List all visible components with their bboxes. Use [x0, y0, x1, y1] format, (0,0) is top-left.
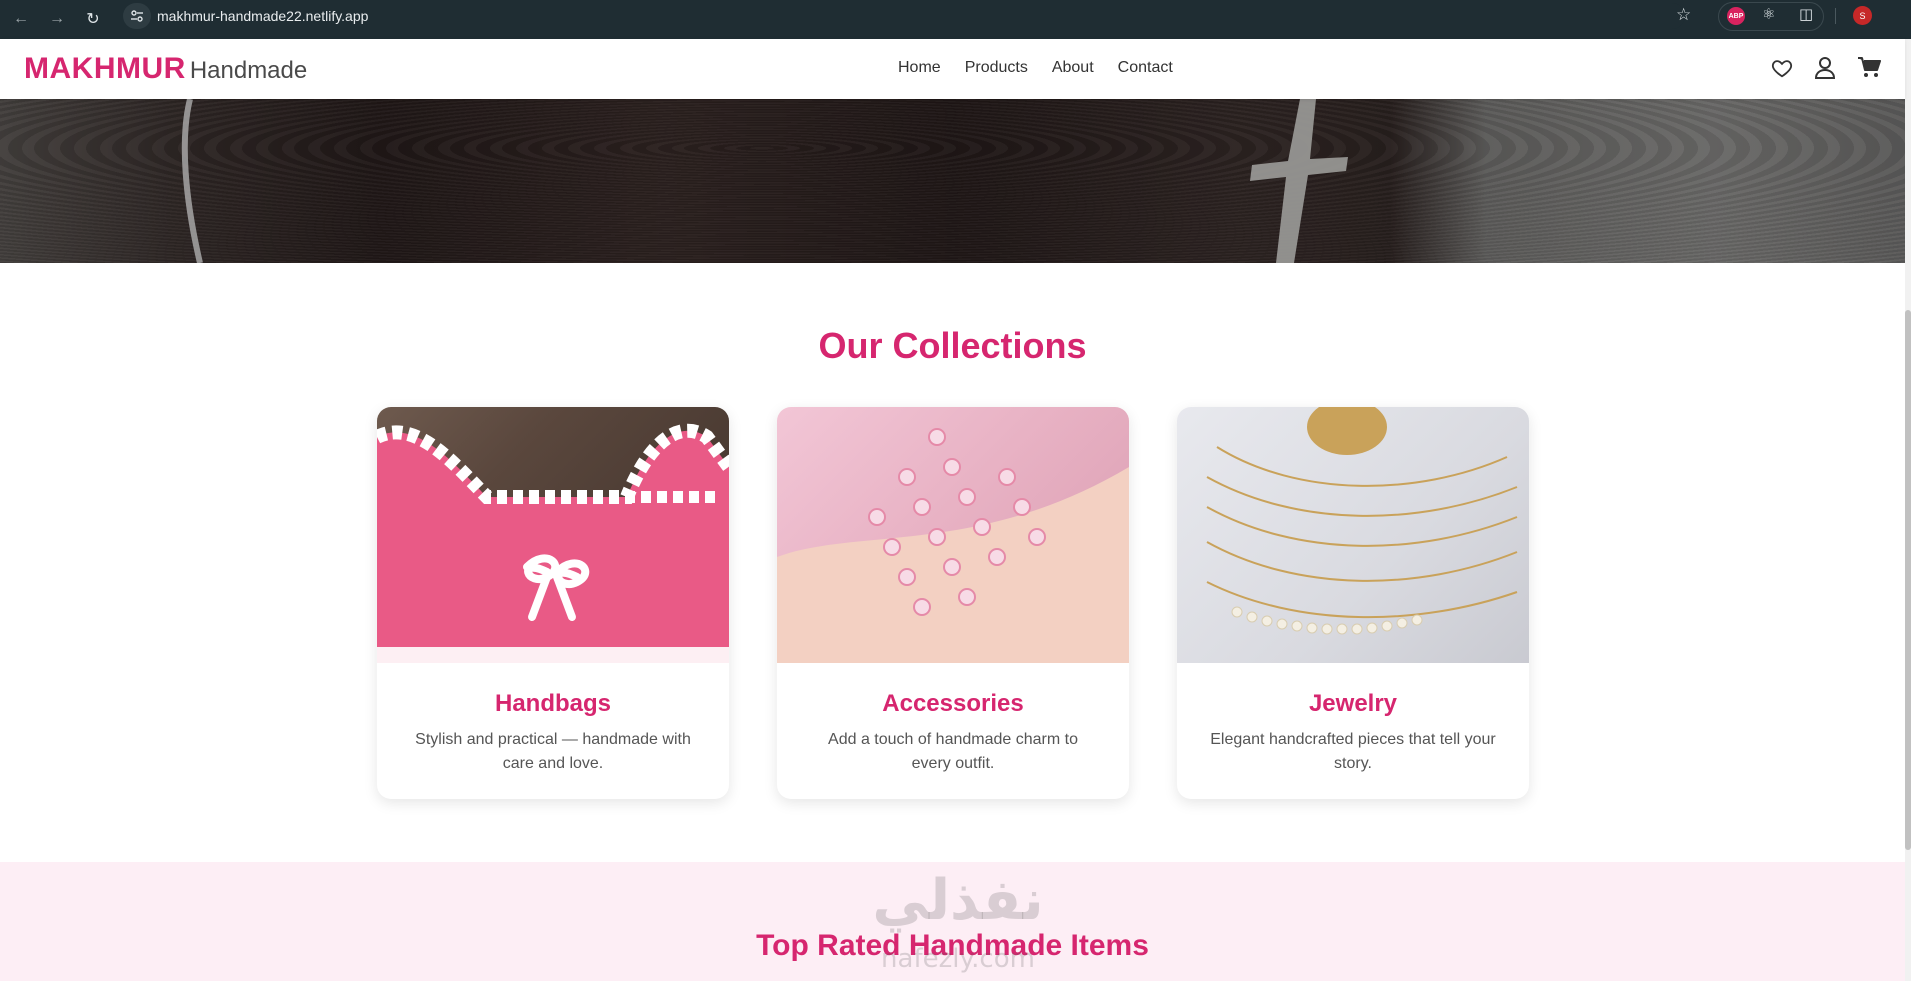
collection-name: Jewelry	[1308, 690, 1398, 717]
logo-sub-text: Handmade	[189, 57, 308, 84]
reload-icon[interactable]: ↻	[82, 8, 104, 30]
toolbar-divider	[1835, 8, 1836, 24]
nav-products[interactable]: Products	[965, 59, 1028, 77]
hero-banner-image	[0, 99, 1905, 263]
site-info-icon[interactable]	[123, 3, 151, 29]
bookmark-star-icon[interactable]: ☆	[1676, 5, 1691, 25]
logo-main-text: MAKHMUR	[24, 52, 186, 85]
page-scrollbar[interactable]	[1905, 39, 1911, 981]
collection-description: Stylish and practical — handmade with ca…	[415, 731, 691, 772]
site-header: MAKHMUR Handmade Home Products About Cont…	[0, 39, 1905, 99]
collections-title: Our Collections	[818, 325, 1087, 366]
profile-avatar[interactable]: S	[1853, 6, 1872, 25]
heart-icon[interactable]	[1771, 57, 1793, 79]
collection-name: Handbags	[494, 690, 611, 717]
user-icon[interactable]	[1815, 57, 1835, 79]
scrollbar-thumb[interactable]	[1905, 310, 1911, 850]
browser-toolbar: ← → ↻ makhmur-handmade22.netlify.app ☆ A…	[0, 0, 1911, 39]
main-nav: Home Products About Contact	[898, 59, 1173, 77]
collection-card-handbags[interactable]: Handbags Stylish and practical — handmad…	[377, 407, 729, 799]
url-text: makhmur-handmade22.netlify.app	[157, 8, 369, 24]
collection-description: Add a touch of handmade charm to every o…	[828, 731, 1078, 772]
watermark-logo: نفذلي	[872, 868, 1044, 933]
nav-home[interactable]: Home	[898, 59, 941, 77]
collection-card-jewelry[interactable]: Jewelry Elegant handcrafted pieces that …	[1177, 407, 1529, 799]
site-logo[interactable]: MAKHMUR Handmade	[24, 52, 307, 86]
collection-description: Elegant handcrafted pieces that tell you…	[1210, 731, 1496, 772]
adblock-extension-icon[interactable]: ABP	[1727, 7, 1745, 25]
nav-contact[interactable]: Contact	[1118, 59, 1173, 77]
accessories-image	[777, 407, 1129, 663]
hero-overlay	[0, 99, 1905, 263]
cart-icon[interactable]	[1857, 57, 1881, 79]
extensions-puzzle-icon[interactable]: ◫	[1799, 5, 1813, 23]
handbags-image	[377, 407, 729, 663]
nav-about[interactable]: About	[1052, 59, 1094, 77]
forward-icon[interactable]: →	[46, 8, 68, 30]
collection-card-accessories[interactable]: Accessories Add a touch of handmade char…	[777, 407, 1129, 799]
back-icon[interactable]: ←	[10, 8, 32, 30]
jewelry-image	[1177, 407, 1529, 663]
collection-name: Accessories	[882, 690, 1024, 717]
watermark-url: nafezly.com	[881, 944, 1035, 974]
react-extension-icon[interactable]: ⚛	[1762, 5, 1775, 23]
address-bar[interactable]: makhmur-handmade22.netlify.app	[123, 3, 1685, 29]
